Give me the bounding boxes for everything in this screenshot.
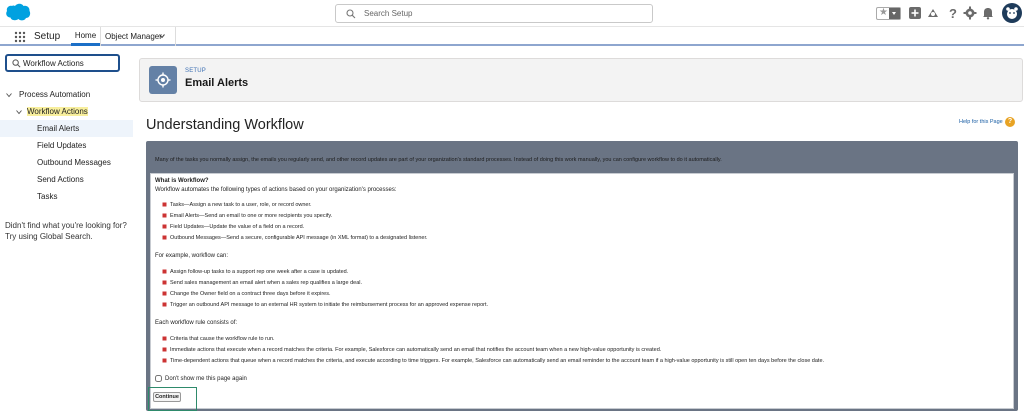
list-item: Outbound Messages—Send a secure, configu…	[163, 235, 428, 241]
list-item: Email Alerts—Send an email to one or mor…	[163, 213, 332, 219]
breadcrumb[interactable]: SETUP	[185, 68, 206, 74]
continue-button[interactable]: Continue	[153, 392, 181, 402]
list-item: Time-dependent actions that queue when a…	[163, 358, 824, 364]
help-link[interactable]: Help for this Page	[959, 119, 1003, 125]
app-title: Setup	[34, 31, 61, 42]
main-content: SETUP Email Alerts Understanding Workflo…	[133, 48, 1024, 416]
salesforce-logo-icon[interactable]	[5, 3, 31, 22]
search-icon	[12, 59, 21, 68]
favorites-button[interactable]: ★	[876, 7, 901, 20]
search-input[interactable]	[364, 6, 644, 21]
tree-item-label: Workflow Actions	[27, 107, 88, 116]
chevron-down-icon[interactable]	[6, 92, 12, 98]
list-item-text: Change the Owner field on a contract thr…	[170, 291, 331, 297]
tab-object-manager-label: Object Manager	[105, 32, 162, 41]
gear-icon[interactable]	[963, 6, 977, 20]
tree-item-workflow-actions[interactable]: Workflow Actions	[0, 103, 133, 120]
bullet-icon	[163, 337, 166, 341]
search-icon	[346, 9, 356, 19]
list-item-text: Email Alerts—Send an email to one or mor…	[170, 213, 333, 219]
setup-gear-icon	[149, 66, 177, 94]
no-match-hint: Didn't find what you're looking for? Try…	[5, 221, 127, 241]
info-body: What is Workflow? Workflow automates the…	[150, 173, 1014, 409]
list-item: Trigger an outbound API message to an ex…	[163, 302, 488, 308]
bullet-icon	[163, 303, 166, 307]
chevron-down-icon[interactable]	[889, 8, 900, 19]
tree-item-tasks[interactable]: Tasks	[0, 188, 133, 205]
tab-object-manager[interactable]: Object Manager	[100, 27, 176, 46]
svg-text:?: ?	[949, 6, 957, 20]
list-item-text: Outbound Messages—Send a secure, configu…	[170, 235, 428, 241]
list-item: Change the Owner field on a contract thr…	[163, 291, 331, 297]
list-item-text: Assign follow-up tasks to a support rep …	[170, 269, 349, 275]
bullet-icon	[163, 270, 166, 274]
list-item: Send sales management an email alert whe…	[163, 280, 362, 286]
workflow-info-panel: Many of the tasks you normally assign, t…	[146, 141, 1018, 411]
list-item: Field Updates—Update the value of a fiel…	[163, 224, 304, 230]
what-title: What is Workflow?	[155, 178, 209, 184]
bullet-icon	[163, 203, 166, 207]
list-item: Tasks—Assign a new task to a user, role,…	[163, 202, 312, 208]
tree-item-label: Process Automation	[19, 90, 91, 99]
chevron-down-icon[interactable]	[159, 33, 165, 39]
bullet-icon	[163, 292, 166, 296]
global-search[interactable]	[335, 4, 653, 23]
section-heading: Understanding Workflow	[146, 117, 304, 133]
continue-highlight: Continue	[148, 387, 197, 411]
tree-item-send-actions[interactable]: Send Actions	[0, 171, 133, 188]
setup-navbar: Setup Home Object Manager	[0, 27, 1024, 46]
star-icon: ★	[879, 7, 888, 18]
list-item-text: Tasks—Assign a new task to a user, role,…	[170, 202, 312, 208]
bullet-icon	[163, 214, 166, 218]
info-banner: Many of the tasks you normally assign, t…	[155, 157, 722, 163]
bullet-icon	[163, 359, 166, 363]
quick-find-input[interactable]	[23, 57, 117, 69]
tree-item-process-automation[interactable]: Process Automation	[0, 86, 133, 103]
tree-item-outbound-messages[interactable]: Outbound Messages	[0, 154, 133, 171]
rule-title: Each workflow rule consists of:	[155, 320, 238, 326]
example-title: For example, workflow can:	[155, 253, 229, 259]
list-item: Assign follow-up tasks to a support rep …	[163, 269, 348, 275]
bullet-icon	[163, 348, 166, 352]
bullet-icon	[163, 281, 166, 285]
dont-show-label: Don't show me this page again	[165, 376, 247, 383]
app-launcher-icon[interactable]	[14, 31, 26, 43]
list-item-text: Time-dependent actions that queue when a…	[170, 358, 825, 364]
avatar-icon[interactable]	[1002, 3, 1022, 23]
add-icon[interactable]	[908, 6, 922, 20]
dont-show-checkbox[interactable]: Don't show me this page again	[155, 375, 247, 382]
bullet-icon	[163, 225, 166, 229]
list-item: Immediate actions that execute when a re…	[163, 347, 661, 353]
list-item: Criteria that cause the workflow rule to…	[163, 336, 275, 342]
what-text: Workflow automates the following types o…	[155, 187, 397, 193]
bell-icon[interactable]	[981, 6, 995, 20]
bullet-icon	[163, 236, 166, 240]
list-item-text: Send sales management an email alert whe…	[170, 280, 363, 286]
page-title: Email Alerts	[185, 77, 249, 89]
list-item-text: Field Updates—Update the value of a fiel…	[170, 224, 305, 230]
chevron-down-icon[interactable]	[16, 109, 22, 115]
tab-home[interactable]: Home	[71, 27, 100, 46]
list-item-text: Criteria that cause the workflow rule to…	[170, 336, 275, 342]
setup-sidebar: Process Automation Workflow Actions Emai…	[0, 48, 133, 416]
list-item-text: Trigger an outbound API message to an ex…	[170, 302, 489, 308]
quick-find[interactable]	[5, 54, 120, 72]
tree-item-email-alerts[interactable]: Email Alerts	[0, 120, 133, 137]
help-icon[interactable]: ?	[946, 6, 960, 20]
global-header: ★ ?	[0, 0, 1024, 27]
dont-show-checkbox-input[interactable]	[155, 375, 162, 382]
trailhead-icon[interactable]	[926, 6, 940, 20]
tree-item-field-updates[interactable]: Field Updates	[0, 137, 133, 154]
help-question-icon[interactable]: ?	[1005, 117, 1015, 127]
page-header: SETUP Email Alerts	[139, 58, 1023, 102]
setup-tree: Process Automation Workflow Actions Emai…	[0, 86, 133, 205]
list-item-text: Immediate actions that execute when a re…	[170, 347, 662, 353]
